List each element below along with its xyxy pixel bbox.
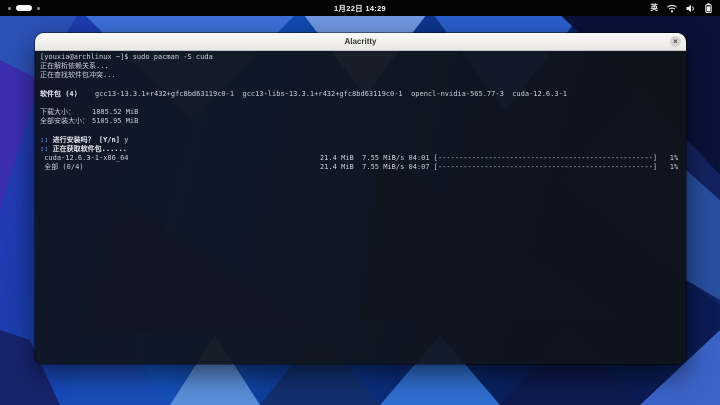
terminal-text-segment: 21.4 MiB 7.55 MiB/s 04:07 [-------------… [320, 163, 679, 172]
terminal-text-segment: 全部安装大小： [40, 117, 89, 126]
volume-icon[interactable] [686, 4, 696, 13]
terminal-line: :: 正在获取软件包...... [40, 145, 681, 154]
terminal-line: 正在查找软件包冲突... [40, 71, 681, 80]
terminal-line: 下载大小： 1885.52 MiB [40, 108, 681, 117]
terminal-text-segment: 1885.52 MiB [92, 108, 139, 117]
terminal-text-segment: 软件包 (4) [40, 89, 78, 98]
terminal-content[interactable]: [youxia@archlinux ~]$ sudo pacman -S cud… [35, 51, 686, 364]
terminal-line: 全部安装大小： 5105.95 MiB [40, 117, 681, 126]
workspace-dot-icon[interactable] [37, 6, 40, 10]
workspace-active-pill-icon[interactable] [16, 5, 32, 11]
workspace-dot-icon[interactable] [8, 6, 11, 10]
close-icon[interactable]: × [670, 36, 681, 47]
input-method-indicator[interactable]: 英 [651, 0, 659, 16]
terminal-text-segment: [youxia@archlinux ~]$ sudo pacman -S cud… [40, 53, 213, 61]
terminal-text-segment: 下载大小： [40, 108, 75, 117]
alacritty-window: Alacritty × [youxia@archlinux ~]$ sudo p… [35, 33, 686, 364]
system-status-area[interactable]: 英 [651, 0, 713, 16]
terminal-text-segment: 全部 (0/4) [40, 163, 84, 172]
battery-icon[interactable] [705, 3, 712, 13]
workspace-indicator[interactable] [8, 0, 40, 16]
terminal-text-segment: 5105.95 MiB [92, 117, 139, 126]
top-bar: 1月22日 14:29 英 [0, 0, 720, 16]
terminal-text-segment: y [124, 135, 129, 144]
terminal-line: 软件包 (4) gcc13-13.3.1+r432+gfc8bd63119c0-1… [40, 90, 681, 99]
terminal-line: 全部 (0/4) 21.4 MiB 7.55 MiB/s 04:07 [-----… [40, 163, 681, 172]
clock[interactable]: 1月22日 14:29 [0, 3, 720, 14]
terminal-line: 正在解析依赖关系... [40, 62, 681, 71]
terminal-text-segment: 正在获取软件包...... [48, 144, 127, 153]
terminal-text-segment: gcc13-13.3.1+r432+gfc8bd63119c0-1 gcc13-… [95, 89, 568, 98]
terminal-text-segment: 进行安装吗？ [Y/n] [48, 135, 125, 144]
wifi-icon[interactable] [667, 4, 677, 13]
terminal-line: :: 进行安装吗？ [Y/n] y [40, 136, 681, 145]
terminal-text-segment: 21.4 MiB 7.55 MiB/s 04:01 [-------------… [320, 154, 679, 163]
terminal-text-segment: 正在查找软件包冲突... [40, 71, 116, 80]
window-title: Alacritty [344, 37, 377, 46]
terminal-line: [youxia@archlinux ~]$ sudo pacman -S cud… [40, 53, 681, 62]
terminal-text-segment: 正在解析依赖关系... [40, 62, 109, 71]
window-titlebar[interactable]: Alacritty × [35, 33, 686, 51]
terminal-text-segment: cuda-12.6.3-1-x86_64 [40, 154, 129, 163]
terminal-line: cuda-12.6.3-1-x86_64 21.4 MiB 7.55 MiB/s … [40, 154, 681, 163]
